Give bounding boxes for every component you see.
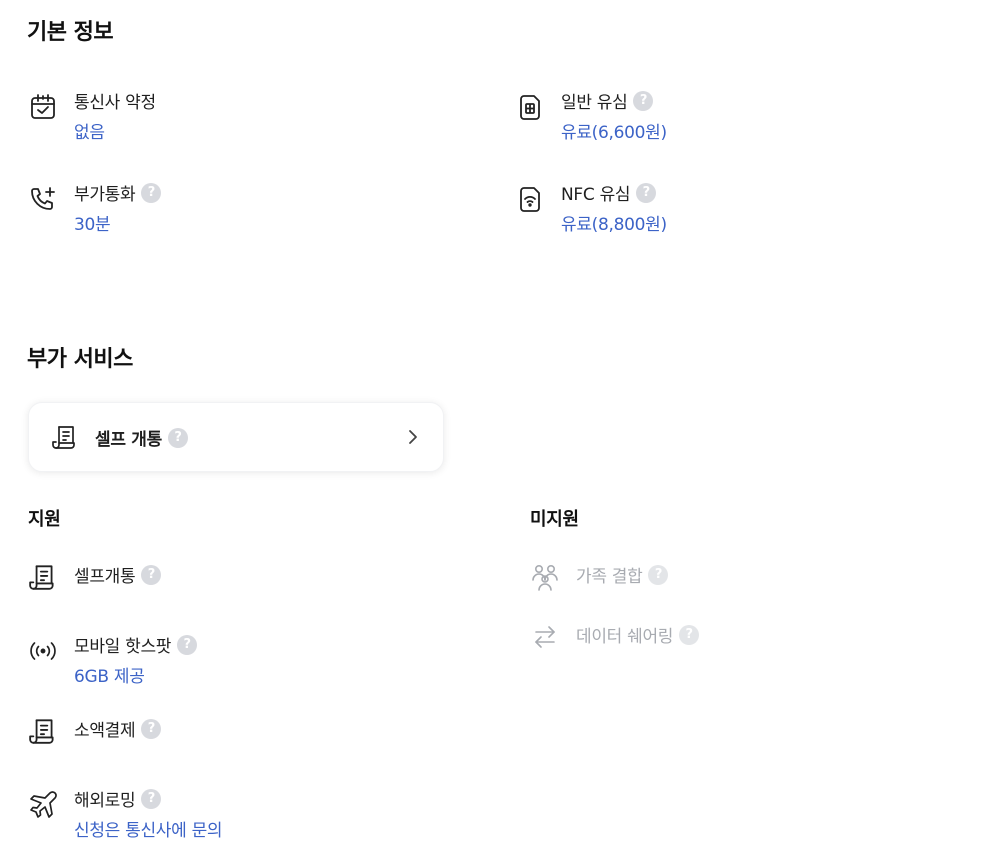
help-icon[interactable]: ? [141, 788, 162, 809]
usim-value: 유료(6,600원) [561, 123, 667, 143]
self-activation-card-label: 셀프 개통? [95, 425, 188, 450]
swap-arrows-icon [530, 622, 560, 652]
chevron-right-icon [405, 427, 421, 447]
nfc-usim-value: 유료(8,800원) [561, 215, 667, 235]
unsupported-item-label: 가족 결합? [576, 562, 669, 587]
help-icon[interactable]: ? [636, 182, 657, 203]
help-icon[interactable]: ? [177, 634, 198, 655]
nfc-usim-label: NFC 유심? [561, 180, 657, 205]
usim-label: 일반 유심? [561, 88, 654, 113]
section-title-additional-services: 부가 서비스 [27, 347, 133, 372]
family-icon [530, 562, 560, 592]
help-icon[interactable]: ? [141, 718, 162, 739]
phone-plus-icon [28, 184, 58, 214]
section-title-basic-info: 기본 정보 [27, 20, 114, 45]
help-icon[interactable]: ? [141, 182, 162, 203]
help-icon[interactable]: ? [141, 564, 162, 585]
contract-value: 없음 [74, 123, 105, 143]
sim-card-icon [515, 92, 545, 122]
receipt-icon [51, 423, 79, 451]
supported-item-label: 셀프개통? [74, 562, 162, 587]
help-icon[interactable]: ? [167, 427, 188, 448]
unsupported-title: 미지원 [530, 509, 579, 530]
self-activation-card[interactable]: 셀프 개통? [28, 402, 444, 472]
airplane-icon [28, 790, 58, 820]
nfc-sim-icon [515, 184, 545, 214]
receipt-icon [28, 562, 58, 592]
receipt-icon [28, 716, 58, 746]
supported-item-label: 해외로밍? [74, 786, 162, 811]
supported-item-label: 소액결제? [74, 716, 162, 741]
extra-call-label: 부가통화? [74, 180, 162, 205]
supported-item-value: 신청은 통신사에 문의 [74, 821, 223, 841]
calendar-check-icon [28, 92, 58, 122]
hotspot-icon [28, 636, 58, 666]
supported-title: 지원 [28, 509, 61, 530]
help-icon[interactable]: ? [648, 564, 669, 585]
help-icon[interactable]: ? [679, 624, 700, 645]
contract-label: 통신사 약정 [74, 93, 156, 113]
supported-item-label: 모바일 핫스팟? [74, 632, 198, 657]
supported-item-value: 6GB 제공 [74, 667, 145, 687]
help-icon[interactable]: ? [633, 90, 654, 111]
extra-call-value: 30분 [74, 215, 111, 235]
unsupported-item-label: 데이터 쉐어링? [576, 622, 700, 647]
